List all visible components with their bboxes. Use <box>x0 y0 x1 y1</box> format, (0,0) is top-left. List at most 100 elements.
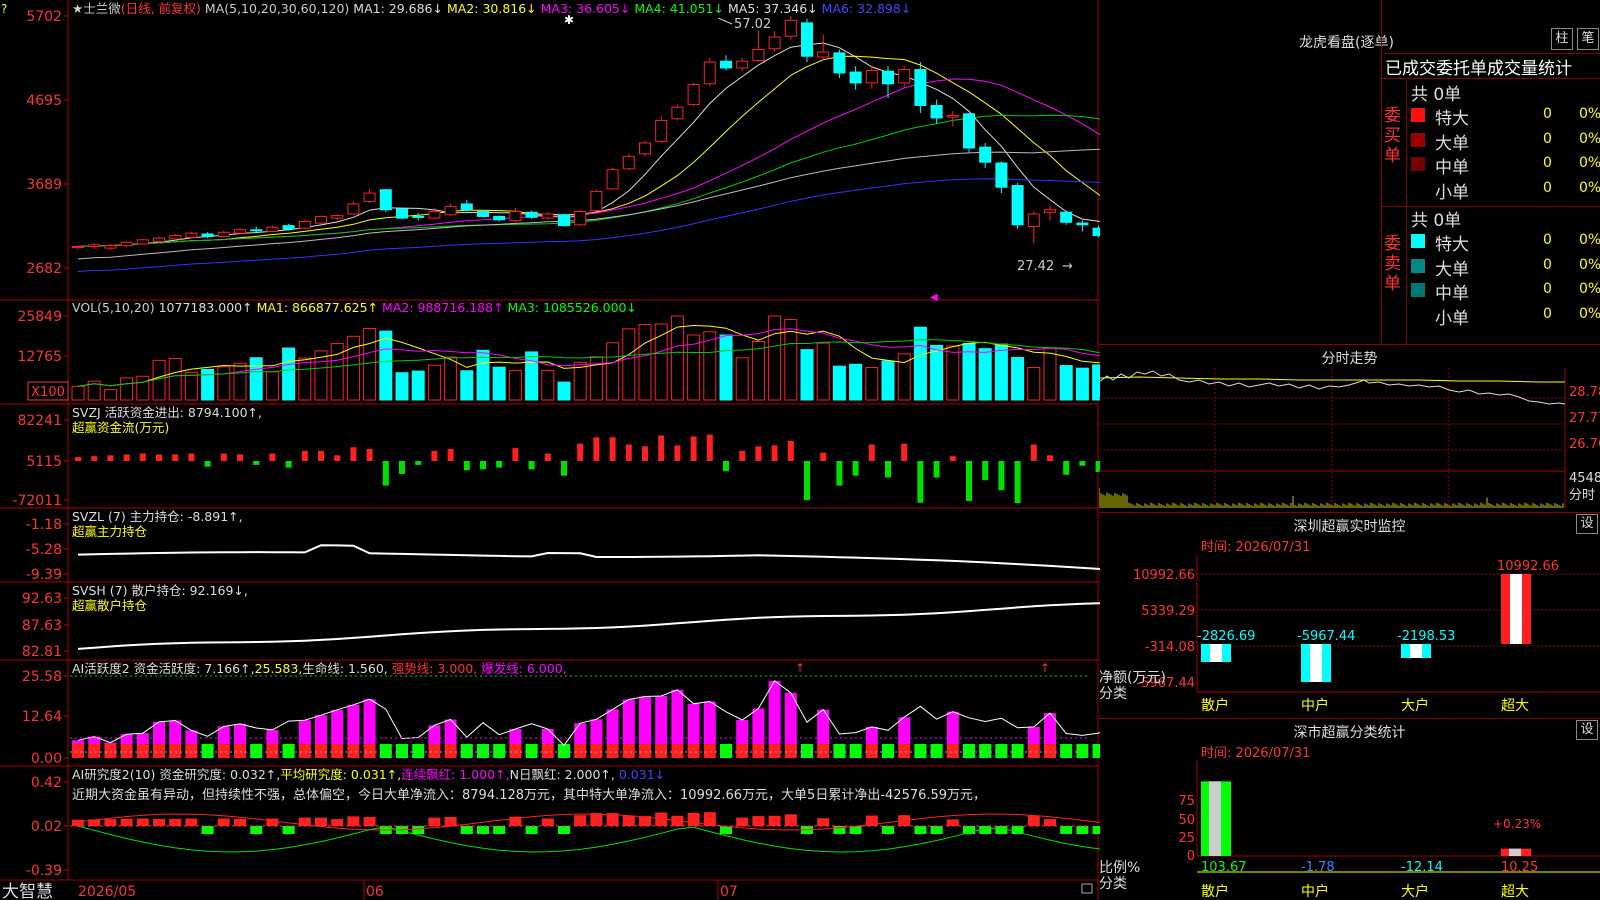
svzl-label: SVZL (7) 主力持仓: -8.891↑, <box>72 509 243 524</box>
ma60-line <box>77 148 1100 260</box>
research-bar <box>136 818 149 826</box>
activity-bar <box>298 720 311 744</box>
ss-cat: 超大 <box>1501 884 1529 900</box>
volume-bar <box>1027 367 1041 401</box>
candle-body <box>88 244 101 247</box>
activity-bar <box>120 734 133 744</box>
monitor-bar-highlight <box>1210 644 1222 662</box>
sz-cat-label: 分类 <box>1099 686 1127 702</box>
activity-bar <box>622 744 635 758</box>
activity-bar <box>201 744 214 758</box>
candle-body <box>946 114 959 118</box>
activity-bar <box>169 720 182 744</box>
money-flow-bar <box>318 450 324 461</box>
intraday-chart[interactable]: 28.78 27.77 26.76 45485 分时 <box>1099 368 1600 512</box>
vol-ma3: MA3: 1085526.000↓ <box>508 300 637 315</box>
svsh-tick: 87.63 <box>22 618 62 634</box>
candle-body <box>331 215 344 219</box>
ss-settings-button[interactable]: 设 <box>1576 720 1598 740</box>
activity-bar <box>865 726 878 744</box>
ma4-value: MA4: 41.051↓ <box>634 1 724 16</box>
volume-bar <box>541 369 555 401</box>
volume-bar <box>913 326 927 401</box>
activity-bar <box>217 744 230 758</box>
order-row: 中单 0 0% <box>1411 279 1600 304</box>
research-bar <box>185 818 198 826</box>
ratio-note: +0.23% <box>1493 817 1541 831</box>
low-label: 27.42 <box>1017 259 1054 274</box>
money-flow-bar <box>577 443 584 461</box>
candle-body <box>995 162 1008 188</box>
activity-bar <box>720 744 732 758</box>
activity-bar <box>898 717 911 744</box>
activity-bar <box>606 709 619 744</box>
research-bar <box>736 817 749 826</box>
research-bar <box>687 812 700 826</box>
candle-body <box>736 60 749 69</box>
monitor-value: -5967.44 <box>1297 629 1355 644</box>
money-flow-bar <box>868 444 875 461</box>
main-chart[interactable]: 5702 4695 3689 2682 25849 12765 82241 51… <box>0 0 1100 900</box>
activity-bar <box>509 729 522 744</box>
volume-bar <box>363 328 377 401</box>
ss-chart[interactable]: 75 50 25 0 103.67 -1.78 -12.14 10.25+0.23% … <box>1099 760 1600 900</box>
research-bar <box>574 815 587 826</box>
order-count: 0 <box>1543 179 1552 196</box>
activity-bar <box>736 744 749 758</box>
svsh-line <box>77 602 1100 650</box>
sell-orders-label: 委卖单 <box>1384 234 1401 294</box>
research-bar <box>930 826 943 834</box>
tick-mode-button[interactable]: 笔 <box>1577 28 1599 50</box>
ma3-value: MA3: 36.605↓ <box>541 1 631 16</box>
money-flow-bar <box>820 452 827 461</box>
stats-tabs[interactable]: 已成交委托单成交量统计 <box>1385 54 1600 78</box>
money-flow-bar <box>642 446 648 461</box>
ratio-value: 103.67 <box>1201 860 1247 875</box>
ai1-tick: 25.58 <box>22 669 62 685</box>
activity-bar <box>590 744 603 758</box>
candle-body <box>817 51 830 58</box>
brand-label: 大智慧 <box>2 882 53 900</box>
candle-body <box>979 146 992 163</box>
research-bar <box>558 826 570 834</box>
activity-bar <box>104 744 117 758</box>
ratio-bar-highlight <box>1509 848 1521 856</box>
sz-cat: 中户 <box>1301 697 1329 714</box>
research-bar <box>120 818 133 826</box>
ai1-tick: 12.64 <box>22 709 62 725</box>
money-flow-bar <box>982 461 989 481</box>
activity-bar <box>477 744 489 758</box>
activity-bar <box>153 744 165 758</box>
sz-settings-button[interactable]: 设 <box>1576 514 1598 534</box>
order-percent: 0% <box>1579 232 1600 248</box>
sz-cat: 散户 <box>1201 697 1229 714</box>
activity-bar <box>72 740 84 744</box>
activity-bar <box>784 744 797 758</box>
sz-monitor-chart[interactable]: 10992.66 5339.29 -314.08 -5967.44 -2826.… <box>1099 556 1600 716</box>
activity-bar <box>460 744 473 758</box>
money-flow-bar <box>285 461 292 468</box>
activity-bar <box>817 744 830 758</box>
volume-bar <box>168 357 182 401</box>
vol-tick: 25849 <box>17 309 62 325</box>
activity-bar <box>363 744 376 758</box>
candle-body <box>574 210 587 226</box>
activity-bar <box>914 744 927 758</box>
activity-bar <box>671 689 684 744</box>
ss-cat: 中户 <box>1301 883 1329 900</box>
candle-body <box>703 61 716 85</box>
money-flow-bar <box>415 461 422 465</box>
research-line-red <box>77 813 1100 831</box>
bar-mode-button[interactable]: 柱 <box>1551 28 1573 50</box>
svzj-label: SVZJ 活跃资金进出: 8794.100↑, <box>72 405 262 420</box>
order-type: 大单 <box>1435 133 1469 154</box>
research-bar <box>315 817 327 826</box>
vol-value: 1077183.000↑ <box>159 300 253 315</box>
candle-body <box>266 226 279 232</box>
money-flow-bar <box>512 448 519 461</box>
research-bar <box>363 817 376 826</box>
order-type: 小单 <box>1435 308 1469 329</box>
order-count: 0 <box>1543 106 1552 122</box>
activity-bar <box>963 744 975 758</box>
activity-bar <box>752 708 765 744</box>
